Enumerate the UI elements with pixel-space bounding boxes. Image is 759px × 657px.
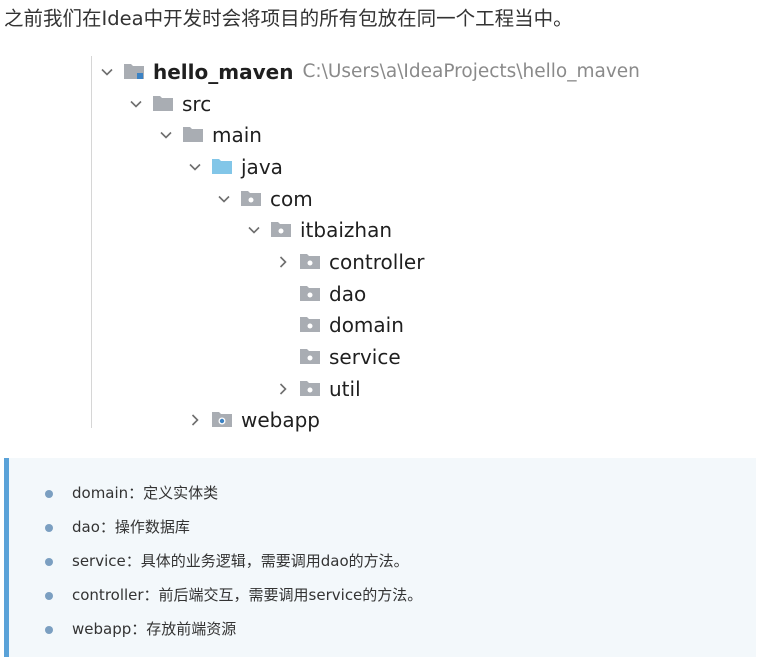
tree-node-hello-maven[interactable]: hello_maven C:\Users\a\IdeaProjects\hell… [101,56,640,87]
tree-node-label: service [329,344,401,369]
tree-node-webapp[interactable]: webapp [189,404,320,435]
chevron-right-icon[interactable] [277,382,289,395]
tree-node-dao[interactable]: dao [277,278,366,309]
tree-node-label: itbaizhan [300,217,393,242]
tree-node-label: hello_maven [153,59,294,84]
tree-node-itbaizhan[interactable]: itbaizhan [248,214,392,245]
tree-node-service[interactable]: service [277,341,401,372]
package-icon [300,380,321,397]
folder-icon [153,95,174,112]
package-icon [300,285,321,302]
tree-node-src[interactable]: src [130,88,211,119]
bullet-icon [45,592,53,600]
tree-node-label: webapp [241,407,321,432]
chevron-right-icon[interactable] [277,255,289,268]
chevron-down-icon[interactable] [189,161,201,173]
tree-node-label: java [241,154,283,179]
folder-icon [183,126,204,143]
chevron-down-icon[interactable] [248,224,260,236]
web-folder-icon [212,411,233,428]
list-item: webapp：存放前端资源 [45,617,236,639]
chevron-down-icon[interactable] [130,98,142,110]
package-icon [300,316,321,333]
chevron-down-icon[interactable] [101,66,113,78]
note-text: domain：定义实体类 [72,483,219,502]
package-icon [300,348,321,365]
bullet-icon [45,524,53,532]
tree-node-label: domain [329,312,404,337]
list-item: domain：定义实体类 [45,481,218,503]
chevron-right-icon[interactable] [189,413,201,426]
tree-guide-line [91,56,92,428]
list-item: service：具体的业务逻辑，需要调用dao的方法。 [45,549,409,571]
list-item: dao：操作数据库 [45,515,190,537]
tree-node-com[interactable]: com [218,183,313,214]
tree-node-controller[interactable]: controller [277,246,424,277]
note-text: service：具体的业务逻辑，需要调用dao的方法。 [72,551,409,570]
module-folder-icon [124,63,145,80]
tree-node-util[interactable]: util [277,373,361,404]
chevron-down-icon[interactable] [160,129,172,141]
package-icon [271,221,292,238]
project-path: C:\Users\a\IdeaProjects\hello_maven [302,61,640,82]
tree-node-main[interactable]: main [160,119,262,150]
chevron-down-icon[interactable] [218,193,230,205]
tree-node-label: com [270,186,313,211]
package-icon [300,253,321,270]
note-text: dao：操作数据库 [72,517,190,536]
tree-node-label: util [329,376,361,401]
tree-node-java[interactable]: java [189,151,283,182]
note-text: controller：前后端交互，需要调用service的方法。 [72,585,423,604]
package-icon [241,190,262,207]
list-item: controller：前后端交互，需要调用service的方法。 [45,583,422,605]
tree-node-domain[interactable]: domain [277,309,404,340]
tree-node-label: main [212,122,262,147]
tree-node-label: src [182,91,212,116]
tree-node-label: dao [329,281,367,306]
project-tree: hello_maven C:\Users\a\IdeaProjects\hell… [0,56,759,436]
bullet-icon [45,490,53,498]
bullet-icon [45,626,53,634]
info-note-box: domain：定义实体类 dao：操作数据库 service：具体的业务逻辑，需… [4,458,756,657]
source-folder-icon [212,158,233,175]
bullet-icon [45,558,53,566]
intro-paragraph: 之前我们在Idea中开发时会将项目的所有包放在同一个工程当中。 [4,7,573,30]
tree-node-label: controller [329,249,425,274]
note-text: webapp：存放前端资源 [72,619,237,638]
